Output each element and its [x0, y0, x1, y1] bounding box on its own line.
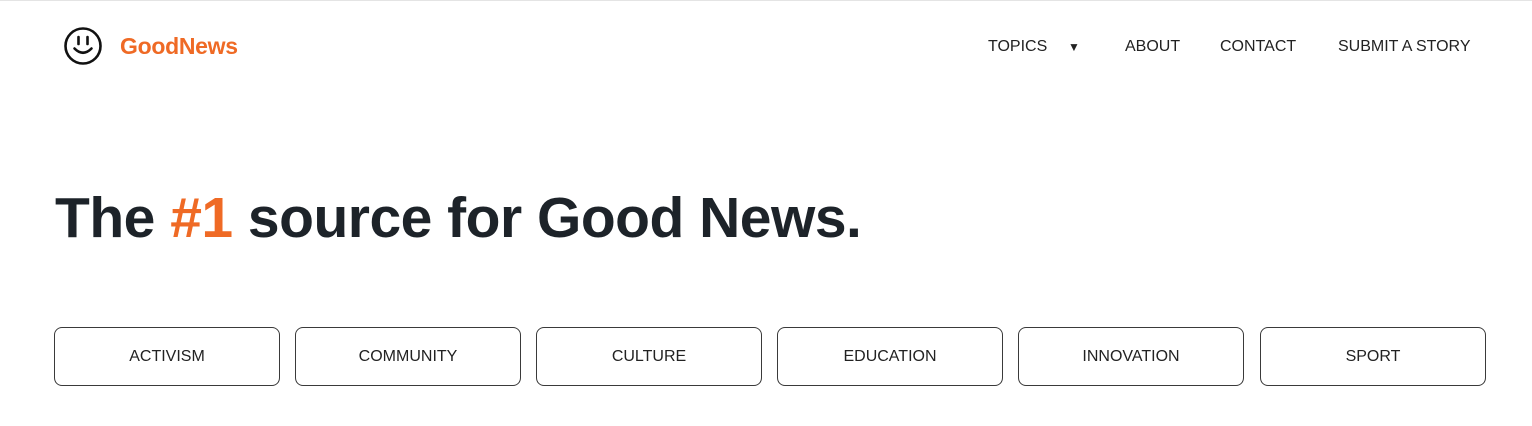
topic-button-community[interactable]: COMMUNITY: [295, 327, 521, 386]
topic-button-sport[interactable]: SPORT: [1260, 327, 1486, 386]
brand-name: GoodNews: [120, 32, 238, 59]
caret-down-icon[interactable]: ▼: [1068, 38, 1080, 56]
site-header: GoodNews TOPICS ▼ ABOUT CONTACT SUBMIT A…: [0, 1, 1532, 91]
topic-buttons: ACTIVISM COMMUNITY CULTURE EDUCATION INN…: [54, 327, 1487, 387]
topic-button-activism[interactable]: ACTIVISM: [54, 327, 280, 386]
nav-contact[interactable]: CONTACT: [1220, 37, 1296, 57]
topic-button-education[interactable]: EDUCATION: [777, 327, 1003, 386]
logo-link[interactable]: GoodNews: [63, 26, 238, 66]
nav-about[interactable]: ABOUT: [1125, 37, 1180, 57]
hero-title: The #1 source for Good News.: [55, 185, 862, 251]
topic-button-innovation[interactable]: INNOVATION: [1018, 327, 1244, 386]
hero-title-prefix: The: [55, 186, 171, 250]
smiley-face-icon: [64, 27, 102, 65]
page: GoodNews TOPICS ▼ ABOUT CONTACT SUBMIT A…: [0, 0, 1532, 426]
nav-submit-story[interactable]: SUBMIT A STORY: [1338, 37, 1471, 57]
hero-title-accent: #1: [170, 186, 233, 250]
topic-button-culture[interactable]: CULTURE: [536, 327, 762, 386]
nav-topics[interactable]: TOPICS: [988, 37, 1047, 57]
hero-title-suffix: source for Good News.: [232, 186, 862, 250]
